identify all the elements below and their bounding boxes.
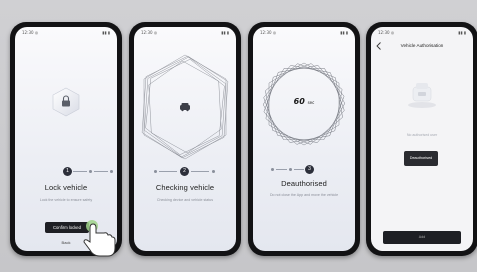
- authorisation-status-text: No authorised user: [406, 133, 438, 137]
- deauthorised-badge: Deauthorised: [404, 151, 438, 166]
- status-time: 12:30 ◎: [141, 30, 158, 35]
- page-title: Checking vehicle: [155, 183, 215, 192]
- step-indicator: [110, 170, 113, 173]
- phone-deauthorised: 12:30 ◎ ▮▮ ▮ 60 sec 3 Deauthorised Do no…: [248, 22, 360, 256]
- step-connector: [94, 171, 108, 172]
- car-device-illustration: [408, 83, 436, 108]
- step-indicator: [271, 168, 274, 171]
- status-icons: ▮▮ ▮: [340, 30, 348, 35]
- progress-stepper: 2: [134, 167, 236, 177]
- status-icons: ▮▮ ▮: [221, 30, 229, 35]
- status-bar: 12:30 ◎ ▮▮ ▮: [22, 30, 110, 36]
- progress-stepper: 1: [15, 167, 117, 177]
- page-description: Lock the vehicle to ensure safety: [39, 198, 93, 202]
- status-icons: ▮▮ ▮: [102, 30, 110, 35]
- status-time: 12:30 ◎: [22, 30, 39, 35]
- step-connector: [159, 171, 177, 172]
- page-description: Do not close the App and move the vehicl…: [269, 193, 339, 197]
- page-title: Lock vehicle: [44, 183, 88, 192]
- countdown-unit: sec: [307, 100, 315, 105]
- status-bar: 12:30 ◎ ▮▮ ▮: [378, 30, 466, 36]
- car-icon: [180, 103, 190, 112]
- step-indicator-active: 3: [305, 165, 314, 174]
- status-icons: ▮▮ ▮: [458, 30, 466, 35]
- step-connector: [294, 169, 304, 170]
- nav-title: Vehicle Authorisation: [400, 43, 444, 48]
- step-number: 1: [66, 168, 69, 174]
- tap-hand-icon: [83, 220, 116, 257]
- step-indicator: [154, 170, 157, 173]
- phone-checking-vehicle: 12:30 ◎ ▮▮ ▮ 2 Checking vehicle Checking…: [129, 22, 241, 256]
- scanning-hexagon-graphic: [141, 54, 229, 160]
- screen: 12:30 ◎ ▮▮ ▮ 2 Checking vehicle Checking…: [134, 27, 236, 251]
- screenshot-stage: 12:30 ◎ ▮▮ ▮ 1 Lock vehicle Lock the veh…: [0, 0, 477, 272]
- step-indicator-active: 1: [63, 167, 72, 176]
- phone-vehicle-authorisation: 12:30 ◎ ▮▮ ▮ Vehicle Authorisation No au…: [366, 22, 477, 256]
- step-indicator-active: 2: [180, 167, 189, 176]
- screen: 12:30 ◎ ▮▮ ▮ Vehicle Authorisation No au…: [371, 27, 473, 251]
- status-bar: 12:30 ◎ ▮▮ ▮: [260, 30, 348, 36]
- status-bar: 12:30 ◎ ▮▮ ▮: [141, 30, 229, 36]
- progress-stepper: 3: [253, 165, 355, 175]
- step-number: 2: [183, 168, 186, 174]
- step-connector: [73, 171, 87, 172]
- status-time: 12:30 ◎: [378, 30, 395, 35]
- countdown-timer: 60 sec: [253, 97, 355, 106]
- page-description: Checking device and vehicle status: [156, 198, 214, 202]
- add-button[interactable]: Add: [383, 231, 461, 244]
- step-connector: [191, 171, 209, 172]
- step-indicator: [289, 168, 292, 171]
- screen: 12:30 ◎ ▮▮ ▮ 60 sec 3 Deauthorised Do no…: [253, 27, 355, 251]
- step-indicator: [89, 170, 92, 173]
- step-connector: [276, 169, 287, 170]
- step-indicator: [212, 170, 215, 173]
- top-nav-bar: Vehicle Authorisation: [371, 41, 473, 51]
- lock-icon: [52, 87, 80, 117]
- page-title: Deauthorised: [281, 179, 327, 188]
- countdown-value: 60: [293, 97, 305, 106]
- status-time: 12:30 ◎: [260, 30, 277, 35]
- phone-lock-vehicle: 12:30 ◎ ▮▮ ▮ 1 Lock vehicle Lock the veh…: [10, 22, 122, 257]
- step-number: 3: [308, 166, 311, 172]
